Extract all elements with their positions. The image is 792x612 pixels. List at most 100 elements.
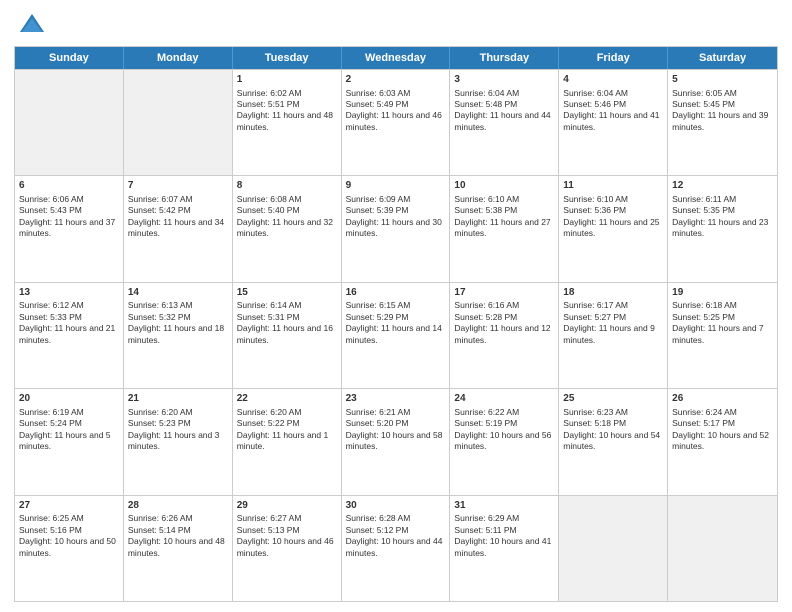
calendar-cell: 13Sunrise: 6:12 AMSunset: 5:33 PMDayligh…: [15, 283, 124, 388]
sunrise-text: Sunrise: 6:16 AM: [454, 300, 519, 310]
daylight-text: Daylight: 10 hours and 48 minutes.: [128, 536, 225, 557]
day-number: 6: [19, 179, 119, 193]
daylight-text: Daylight: 11 hours and 27 minutes.: [454, 217, 550, 238]
sunrise-text: Sunrise: 6:22 AM: [454, 407, 519, 417]
sunrise-text: Sunrise: 6:20 AM: [128, 407, 193, 417]
sunset-text: Sunset: 5:19 PM: [454, 418, 517, 428]
sunrise-text: Sunrise: 6:02 AM: [237, 88, 302, 98]
day-number: 7: [128, 179, 228, 193]
sunset-text: Sunset: 5:49 PM: [346, 99, 409, 109]
calendar-cell: 24Sunrise: 6:22 AMSunset: 5:19 PM Dayligh…: [450, 389, 559, 494]
sunset-text: Sunset: 5:33 PM: [19, 312, 82, 322]
calendar-row: 1Sunrise: 6:02 AMSunset: 5:51 PMDaylight…: [15, 69, 777, 175]
sunrise-text: Sunrise: 6:25 AM: [19, 513, 84, 523]
sunrise-text: Sunrise: 6:28 AM: [346, 513, 411, 523]
daylight-text: Daylight: 10 hours and 52 minutes.: [672, 430, 769, 451]
day-number: 23: [346, 392, 446, 406]
weekday-header: Saturday: [668, 47, 777, 69]
calendar-cell: 2Sunrise: 6:03 AMSunset: 5:49 PMDaylight…: [342, 70, 451, 175]
daylight-text: Daylight: 11 hours and 9 minutes.: [563, 323, 655, 344]
sunrise-text: Sunrise: 6:20 AM: [237, 407, 302, 417]
calendar-cell: 1Sunrise: 6:02 AMSunset: 5:51 PMDaylight…: [233, 70, 342, 175]
sunset-text: Sunset: 5:18 PM: [563, 418, 626, 428]
day-number: 2: [346, 73, 446, 87]
calendar-cell: 22Sunrise: 6:20 AMSunset: 5:22 PMDayligh…: [233, 389, 342, 494]
day-number: 15: [237, 286, 337, 300]
daylight-text: Daylight: 11 hours and 3 minutes.: [128, 430, 220, 451]
sunrise-text: Sunrise: 6:26 AM: [128, 513, 193, 523]
sunrise-text: Sunrise: 6:27 AM: [237, 513, 302, 523]
sunrise-text: Sunrise: 6:10 AM: [563, 194, 628, 204]
sunset-text: Sunset: 5:32 PM: [128, 312, 191, 322]
day-number: 4: [563, 73, 663, 87]
day-number: 21: [128, 392, 228, 406]
daylight-text: Daylight: 11 hours and 34 minutes.: [128, 217, 224, 238]
daylight-text: Daylight: 11 hours and 14 minutes.: [346, 323, 442, 344]
calendar-cell: [668, 496, 777, 601]
daylight-text: Daylight: 10 hours and 58 minutes.: [346, 430, 443, 451]
calendar-cell: 19Sunrise: 6:18 AMSunset: 5:25 PMDayligh…: [668, 283, 777, 388]
sunset-text: Sunset: 5:29 PM: [346, 312, 409, 322]
daylight-text: Daylight: 11 hours and 23 minutes.: [672, 217, 768, 238]
sunrise-text: Sunrise: 6:14 AM: [237, 300, 302, 310]
calendar-cell: 29Sunrise: 6:27 AMSunset: 5:13 PMDayligh…: [233, 496, 342, 601]
calendar-cell: 7Sunrise: 6:07 AMSunset: 5:42 PMDaylight…: [124, 176, 233, 281]
daylight-text: Daylight: 11 hours and 46 minutes.: [346, 110, 442, 131]
day-number: 3: [454, 73, 554, 87]
calendar-cell: 3Sunrise: 6:04 AMSunset: 5:48 PMDaylight…: [450, 70, 559, 175]
sunrise-text: Sunrise: 6:10 AM: [454, 194, 519, 204]
daylight-text: Daylight: 11 hours and 5 minutes.: [19, 430, 111, 451]
sunset-text: Sunset: 5:45 PM: [672, 99, 735, 109]
daylight-text: Daylight: 10 hours and 54 minutes.: [563, 430, 660, 451]
daylight-text: Daylight: 11 hours and 18 minutes.: [128, 323, 224, 344]
calendar-cell: 14Sunrise: 6:13 AMSunset: 5:32 PMDayligh…: [124, 283, 233, 388]
sunrise-text: Sunrise: 6:18 AM: [672, 300, 737, 310]
sunrise-text: Sunrise: 6:05 AM: [672, 88, 737, 98]
day-number: 20: [19, 392, 119, 406]
day-number: 29: [237, 499, 337, 513]
calendar-cell: 17Sunrise: 6:16 AMSunset: 5:28 PMDayligh…: [450, 283, 559, 388]
calendar-row: 6Sunrise: 6:06 AMSunset: 5:43 PM Daylight…: [15, 175, 777, 281]
sunset-text: Sunset: 5:22 PM: [237, 418, 300, 428]
sunrise-text: Sunrise: 6:04 AM: [454, 88, 519, 98]
sunrise-text: Sunrise: 6:11 AM: [672, 194, 736, 204]
daylight-text: Daylight: 11 hours and 48 minutes.: [237, 110, 333, 131]
sunset-text: Sunset: 5:51 PM: [237, 99, 300, 109]
day-number: 10: [454, 179, 554, 193]
daylight-text: Daylight: 11 hours and 1 minute.: [237, 430, 329, 451]
sunset-text: Sunset: 5:16 PM: [19, 525, 82, 535]
sunrise-text: Sunrise: 6:29 AM: [454, 513, 519, 523]
daylight-text: Daylight: 11 hours and 7 minutes.: [672, 323, 764, 344]
calendar-cell: 31Sunrise: 6:29 AMSunset: 5:11 PMDayligh…: [450, 496, 559, 601]
calendar-cell: 5Sunrise: 6:05 AMSunset: 5:45 PMDaylight…: [668, 70, 777, 175]
sunset-text: Sunset: 5:31 PM: [237, 312, 300, 322]
day-number: 27: [19, 499, 119, 513]
daylight-text: Daylight: 10 hours and 46 minutes.: [237, 536, 334, 557]
daylight-text: Daylight: 11 hours and 41 minutes.: [563, 110, 659, 131]
sunrise-text: Sunrise: 6:17 AM: [563, 300, 628, 310]
daylight-text: Daylight: 11 hours and 44 minutes.: [454, 110, 550, 131]
daylight-text: Daylight: 10 hours and 56 minutes.: [454, 430, 551, 451]
sunrise-text: Sunrise: 6:06 AM: [19, 194, 84, 204]
day-number: 26: [672, 392, 773, 406]
sunset-text: Sunset: 5:36 PM: [563, 205, 626, 215]
calendar-cell: 25Sunrise: 6:23 AMSunset: 5:18 PMDayligh…: [559, 389, 668, 494]
day-number: 9: [346, 179, 446, 193]
daylight-text: Daylight: 11 hours and 25 minutes.: [563, 217, 659, 238]
daylight-text: Daylight: 11 hours and 39 minutes.: [672, 110, 768, 131]
calendar-cell: 6Sunrise: 6:06 AMSunset: 5:43 PMDaylight…: [15, 176, 124, 281]
day-number: 24: [454, 392, 554, 406]
sunrise-text: Sunrise: 6:07 AM: [128, 194, 193, 204]
sunset-text: Sunset: 5:11 PM: [454, 525, 516, 535]
daylight-text: Daylight: 11 hours and 16 minutes.: [237, 323, 333, 344]
logo-icon: [18, 10, 46, 38]
sunset-text: Sunset: 5:43 PM: [19, 205, 82, 215]
calendar-cell: 23Sunrise: 6:21 AMSunset: 5:20 PMDayligh…: [342, 389, 451, 494]
calendar-row: 13Sunrise: 6:12 AMSunset: 5:33 PMDayligh…: [15, 282, 777, 388]
sunset-text: Sunset: 5:14 PM: [128, 525, 191, 535]
sunset-text: Sunset: 5:40 PM: [237, 205, 300, 215]
daylight-text: Daylight: 10 hours and 44 minutes.: [346, 536, 443, 557]
sunset-text: Sunset: 5:25 PM: [672, 312, 735, 322]
sunset-text: Sunset: 5:23 PM: [128, 418, 191, 428]
sunrise-text: Sunrise: 6:03 AM: [346, 88, 411, 98]
